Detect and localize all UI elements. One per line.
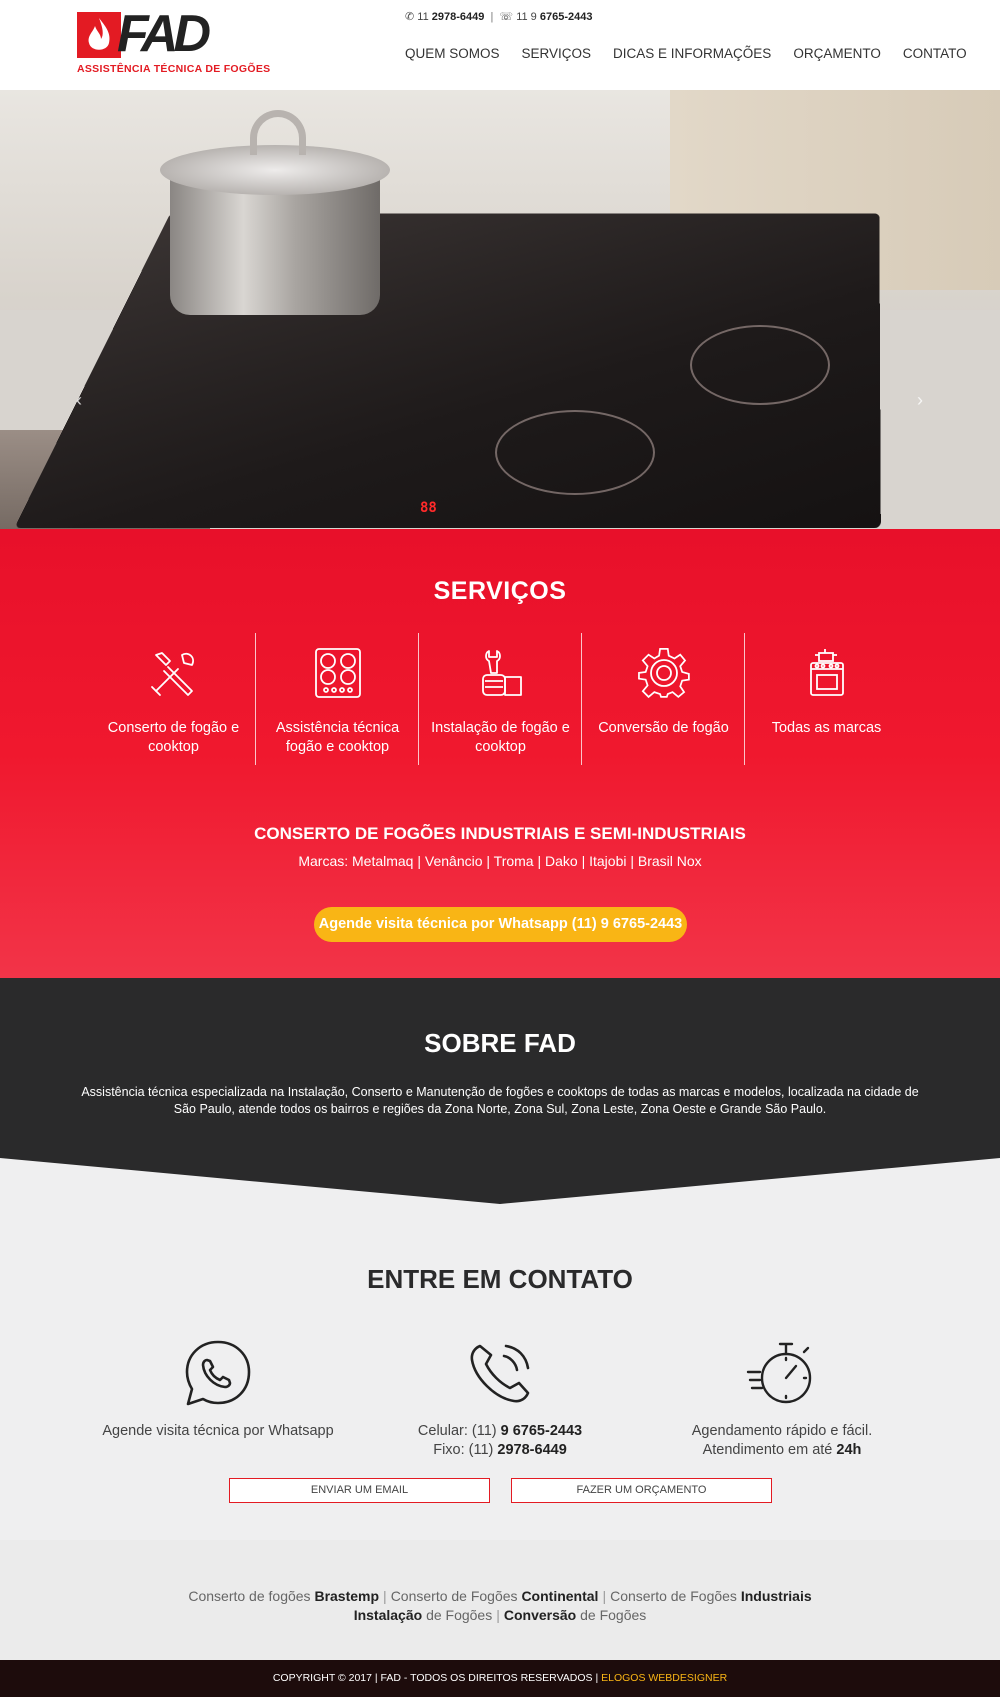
phone-ringing-icon: [470, 1344, 530, 1403]
footer-links-line1: Conserto de fogões Brastemp | Conserto de …: [0, 1588, 1000, 1604]
about-title: SOBRE FAD: [424, 1028, 576, 1058]
developer-link[interactable]: ELOGOS WEBDESIGNER: [601, 1672, 727, 1684]
service-item-assistencia[interactable]: Assistência técnica fogão e cooktop: [255, 633, 418, 765]
header-phones: ✆ 11 2978-6449 | ☏ 11 9 6765-2443: [405, 10, 592, 23]
nav-dicas[interactable]: DICAS E INFORMAÇÕES: [613, 46, 771, 61]
contact-title: ENTRE EM CONTATO: [367, 1264, 633, 1294]
whatsapp-icon: [185, 1340, 251, 1406]
schedule-line2-prefix: Atendimento em até: [702, 1442, 833, 1458]
footer-links: Conserto de fogões Brastemp | Conserto de …: [0, 1540, 1000, 1660]
services-section: SERVIÇOS Conserto de fogão e cooktop Ass…: [0, 529, 1000, 978]
schedule-line1: Agendamento rápido e fácil.: [691, 1423, 873, 1439]
slider-next-arrow[interactable]: ›: [917, 390, 923, 411]
link-text: de Fogões: [426, 1607, 493, 1623]
about-text: Assistência técnica especializada na Ins…: [81, 1085, 919, 1116]
copyright-text: COPYRIGHT © 2017 | FAD - TODOS OS DIREIT…: [272, 1672, 599, 1684]
stove-icon: [810, 649, 844, 696]
send-email-button[interactable]: ENVIAR UM EMAIL: [229, 1478, 490, 1503]
logo-letters: FAD: [117, 5, 211, 63]
contact-phones: Celular: (11) 9 6765-2443 Fixo: (11) 297…: [350, 1338, 650, 1460]
hero-pot: [160, 110, 390, 315]
contact-schedule: Agendamento rápido e fácil. Atendimento …: [632, 1338, 932, 1460]
slider-prev-arrow[interactable]: ‹: [76, 390, 82, 411]
service-item-marcas[interactable]: Todas as marcas: [744, 633, 907, 765]
mobile-number[interactable]: 9 6765-2443: [501, 1423, 582, 1439]
link-text: Conserto de fogões: [188, 1588, 311, 1604]
quote-button[interactable]: FAZER UM ORÇAMENTO: [511, 1478, 772, 1503]
phone-separator: |: [490, 11, 494, 23]
main-nav: QUEM SOMOS SERVIÇOS DICAS E INFORMAÇÕES …: [405, 46, 967, 61]
service-item-conversao[interactable]: Conversão de fogão: [581, 633, 744, 765]
whatsapp-text: Agende visita técnica por Whatsapp: [102, 1423, 334, 1439]
hero-slider: 88 ‹ ›: [0, 90, 1000, 529]
copyright-bar: COPYRIGHT © 2017 | FAD - TODOS OS DIREIT…: [0, 1660, 1000, 1697]
link-bold: Continental: [521, 1588, 599, 1604]
service-item-conserto[interactable]: Conserto de fogão e cooktop: [92, 633, 255, 765]
link-separator: |: [383, 1588, 387, 1604]
link-text: Conserto de Fogões: [610, 1588, 737, 1604]
link-separator: |: [496, 1607, 500, 1623]
nav-contato[interactable]: CONTATO: [903, 46, 967, 61]
service-label: Conserto de fogão e cooktop: [107, 720, 240, 755]
stopwatch-icon: [746, 1342, 812, 1404]
cooktop-icon: [315, 648, 361, 698]
logo[interactable]: FAD ASSISTÊNCIA TÉCNICA DE FOGÕES: [77, 6, 270, 76]
footer-link-instalacao[interactable]: Instalação de Fogões: [354, 1607, 493, 1623]
phone-mobile-prefix: 11 9: [516, 11, 537, 23]
whatsapp-small-icon: ☏: [499, 11, 514, 23]
footer-link-conversao[interactable]: Conversão de Fogões: [504, 1607, 646, 1623]
service-label: Assistência técnica fogão e cooktop: [275, 720, 400, 755]
nav-orcamento[interactable]: ORÇAMENTO: [793, 46, 881, 61]
hero-burner: [690, 325, 830, 405]
service-label: Instalação de fogão e cooktop: [431, 720, 570, 755]
contact-whatsapp[interactable]: Agende visita técnica por Whatsapp: [68, 1338, 368, 1441]
phone-fixed-prefix: 11: [417, 11, 429, 23]
phone-mobile[interactable]: 6765-2443: [540, 11, 593, 23]
nav-servicos[interactable]: SERVIÇOS: [522, 46, 592, 61]
service-item-instalacao[interactable]: Instalação de fogão e cooktop: [418, 633, 581, 765]
footer-link-industriais[interactable]: Conserto de Fogões Industriais: [610, 1588, 812, 1604]
link-separator: |: [602, 1588, 607, 1604]
link-bold: Conversão: [503, 1607, 577, 1623]
footer-link-continental[interactable]: Conserto de Fogões Continental: [391, 1588, 599, 1604]
logo-tagline: ASSISTÊNCIA TÉCNICA DE FOGÕES: [77, 63, 271, 75]
site-header: FAD ASSISTÊNCIA TÉCNICA DE FOGÕES ✆ 11 2…: [0, 0, 1000, 90]
fixed-label: Fixo: (11): [433, 1442, 494, 1458]
brands-list: Marcas: Metalmaq | Venâncio | Troma | Da…: [298, 853, 702, 869]
phone-fixed[interactable]: 2978-6449: [432, 11, 485, 23]
link-bold: Instalação: [353, 1607, 423, 1623]
hero-burner: [495, 410, 655, 495]
link-bold: Brastemp: [314, 1588, 380, 1604]
schedule-text: Agendamento rápido e fácil. Atendimento …: [632, 1422, 932, 1460]
services-list: Conserto de fogão e cooktop Assistência …: [92, 633, 908, 765]
pot-handle: [250, 110, 306, 155]
industrial-title: CONSERTO DE FOGÕES INDUSTRIAIS E SEMI-IN…: [254, 824, 746, 843]
contact-section: ENTRE EM CONTATO Agende visita técnica p…: [0, 1160, 1000, 1540]
services-title: SERVIÇOS: [433, 577, 567, 605]
service-label: Todas as marcas: [771, 720, 882, 736]
link-text: de Fogões: [580, 1607, 647, 1623]
schedule-line2-value: 24h: [836, 1442, 862, 1458]
tools-icon: [151, 652, 194, 696]
cooktop-display: 88: [420, 500, 437, 516]
link-text: Conserto de Fogões: [390, 1588, 518, 1604]
footer-links-line2: Instalação de Fogões | Conversão de Fogões: [0, 1607, 1000, 1623]
service-label: Conversão de fogão: [598, 720, 729, 736]
phone-icon: ✆: [405, 11, 415, 23]
phone-numbers: Celular: (11) 9 6765-2443 Fixo: (11) 297…: [350, 1422, 650, 1460]
mobile-label: Celular: (11): [417, 1423, 497, 1439]
link-bold: Industriais: [740, 1588, 812, 1604]
whatsapp-cta-button[interactable]: Agende visita técnica por Whatsapp (11) …: [314, 907, 687, 942]
nav-quem-somos[interactable]: QUEM SOMOS: [405, 46, 500, 61]
footer-link-brastemp[interactable]: Conserto de fogões Brastemp: [188, 1588, 379, 1604]
installation-icon: [482, 650, 522, 696]
gear-icon: [638, 648, 690, 699]
flame-icon: [77, 12, 121, 58]
fixed-number[interactable]: 2978-6449: [497, 1442, 566, 1458]
